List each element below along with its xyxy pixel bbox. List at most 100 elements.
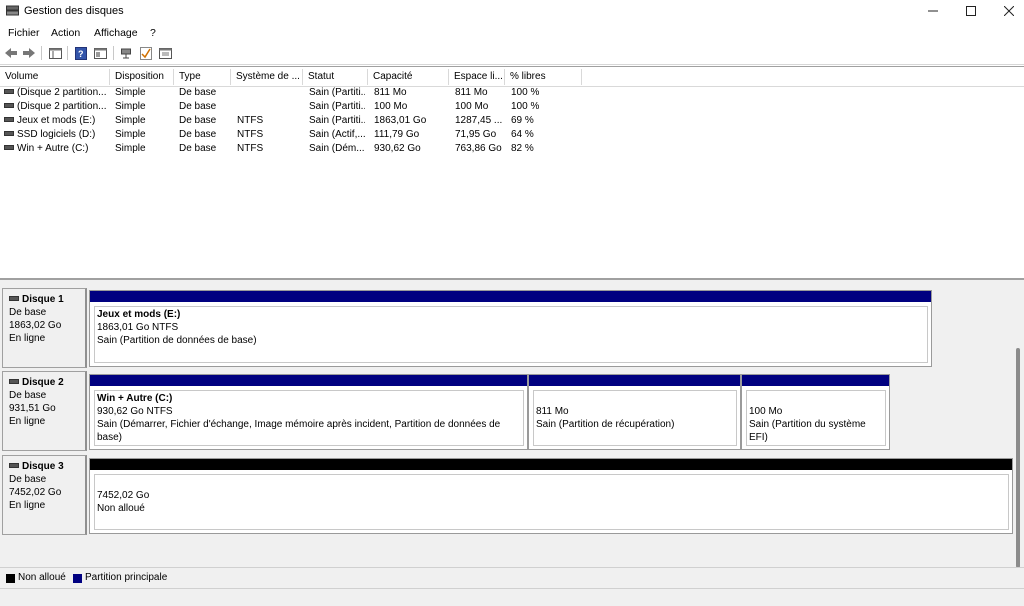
back-button[interactable] — [4, 46, 18, 60]
partition-size: 930,62 Go NTFS — [97, 406, 173, 417]
console-tree-icon — [48, 47, 62, 59]
partition-size: 1863,01 Go NTFS — [97, 322, 179, 333]
partition-jeux-et-mods[interactable]: Jeux et mods (E:) 1863,01 Go NTFS Sain (… — [89, 290, 932, 367]
column-header-free-space[interactable]: Espace li... — [449, 69, 505, 85]
connect-button[interactable] — [120, 46, 134, 60]
column-header-status[interactable]: Statut — [303, 69, 368, 85]
partition-label — [749, 392, 883, 405]
table-row[interactable]: Win + Autre (C:) Simple De base NTFS Sai… — [0, 142, 1024, 156]
disk-info-3[interactable]: Disque 3 De base 7452,02 Go En ligne — [2, 455, 87, 535]
drive-icon — [4, 117, 14, 122]
partition-unallocated[interactable]: 7452,02 Go Non alloué — [89, 458, 1013, 534]
table-row[interactable]: (Disque 2 partition... Simple De base Sa… — [0, 86, 1024, 100]
column-header-filesystem[interactable]: Système de ... — [231, 69, 303, 85]
cell-volume: (Disque 2 partition... — [4, 100, 108, 114]
cell-free-space: 100 Mo — [455, 101, 489, 112]
disk-size: 931,51 Go — [9, 403, 56, 414]
window-title: Gestion des disques — [24, 5, 124, 17]
disk-type: De base — [9, 307, 47, 318]
checklist-button[interactable] — [139, 46, 153, 60]
partition-label — [536, 392, 734, 405]
menu-help[interactable]: ? — [150, 27, 156, 39]
close-button[interactable] — [990, 0, 1024, 22]
disk-type: De base — [9, 474, 47, 485]
toolbar-separator — [41, 46, 42, 60]
disk-name: Disque 2 — [22, 377, 64, 388]
volume-name: Win + Autre (C:) — [17, 143, 89, 154]
column-header-capacity[interactable]: Capacité — [368, 69, 449, 85]
partition-size: 100 Mo — [749, 406, 783, 417]
disk-state: En ligne — [9, 500, 46, 511]
partition-efi[interactable]: 100 Mo Sain (Partition du système EFI) — [741, 374, 890, 450]
column-header-volume[interactable]: Volume — [0, 69, 110, 85]
cell-capacity: 930,62 Go — [374, 143, 421, 154]
menu-fichier[interactable]: Fichier — [8, 27, 40, 39]
cell-capacity: 111,79 Go — [374, 129, 420, 140]
maximize-button[interactable] — [952, 0, 990, 22]
drive-icon — [4, 145, 14, 150]
cell-type: De base — [179, 101, 217, 112]
console-tree-button[interactable] — [48, 46, 62, 60]
cell-volume: Jeux et mods (E:) — [4, 114, 108, 128]
properties-button[interactable] — [93, 46, 107, 60]
cell-disposition: Simple — [115, 115, 146, 126]
column-header-type[interactable]: Type — [174, 69, 231, 85]
cell-status: Sain (Partiti... — [309, 115, 365, 126]
forward-button[interactable] — [22, 46, 36, 60]
settings-button[interactable] — [158, 46, 172, 60]
toolbar-separator — [67, 46, 68, 60]
column-header-disposition[interactable]: Disposition — [110, 69, 174, 85]
cell-filesystem: NTFS — [237, 115, 264, 126]
partition-status: Sain (Partition du système EFI) — [749, 419, 866, 443]
cell-disposition: Simple — [115, 87, 146, 98]
cell-disposition: Simple — [115, 129, 146, 140]
cell-volume: Win + Autre (C:) — [4, 142, 108, 156]
cell-free-space: 763,86 Go — [455, 143, 502, 154]
disk-icon — [9, 463, 19, 468]
menu-bar: Fichier Action Affichage ? — [0, 24, 1024, 42]
partition-status: Non alloué — [97, 503, 145, 514]
help-button[interactable]: ? — [74, 46, 88, 60]
volume-list: Volume Disposition Type Système de ... S… — [0, 66, 1024, 277]
connect-icon — [120, 48, 131, 59]
menu-action[interactable]: Action — [51, 27, 80, 39]
partition-size: 7452,02 Go — [97, 490, 150, 501]
volume-name: Jeux et mods (E:) — [17, 115, 96, 126]
disk-management-app-icon — [6, 5, 19, 16]
cell-type: De base — [179, 115, 217, 126]
partition-size: 811 Mo — [536, 406, 569, 417]
menu-affichage[interactable]: Affichage — [94, 27, 138, 39]
partition-recovery[interactable]: 811 Mo Sain (Partition de récupération) — [528, 374, 741, 450]
disk-info-1[interactable]: Disque 1 De base 1863,02 Go En ligne — [2, 288, 87, 368]
close-icon — [1004, 6, 1014, 16]
vertical-scrollbar[interactable] — [1016, 348, 1020, 568]
toolbar-separator — [113, 46, 114, 60]
disk-type: De base — [9, 390, 47, 401]
legend-label-unallocated: Non alloué — [18, 572, 66, 583]
status-bar — [0, 588, 1024, 606]
cell-capacity: 100 Mo — [374, 101, 408, 112]
cell-free-space: 811 Mo — [455, 87, 488, 98]
table-row[interactable]: (Disque 2 partition... Simple De base Sa… — [0, 100, 1024, 114]
partition-details: 7452,02 Go Non alloué — [94, 474, 1009, 530]
table-row[interactable]: SSD logiciels (D:) Simple De base NTFS S… — [0, 128, 1024, 142]
cell-filesystem: NTFS — [237, 143, 264, 154]
svg-text:?: ? — [78, 49, 84, 59]
minimize-button[interactable] — [914, 0, 952, 22]
table-row[interactable]: Jeux et mods (E:) Simple De base NTFS Sa… — [0, 114, 1024, 128]
disk-icon — [9, 379, 19, 384]
primary-partition-bar — [742, 375, 889, 386]
cell-disposition: Simple — [115, 143, 146, 154]
partition-label — [97, 476, 1006, 489]
drive-icon — [4, 131, 14, 136]
disk-icon — [9, 296, 19, 301]
legend-swatch-unallocated — [6, 574, 15, 583]
partition-win-autre[interactable]: Win + Autre (C:) 930,62 Go NTFS Sain (Dé… — [89, 374, 528, 450]
column-header-percent-free[interactable]: % libres — [505, 69, 582, 85]
cell-type: De base — [179, 87, 217, 98]
cell-volume: (Disque 2 partition... — [4, 86, 108, 100]
cell-percent-free: 69 % — [511, 115, 534, 126]
partition-status: Sain (Partition de données de base) — [97, 335, 257, 346]
cell-percent-free: 100 % — [511, 87, 540, 98]
disk-info-2[interactable]: Disque 2 De base 931,51 Go En ligne — [2, 371, 87, 451]
